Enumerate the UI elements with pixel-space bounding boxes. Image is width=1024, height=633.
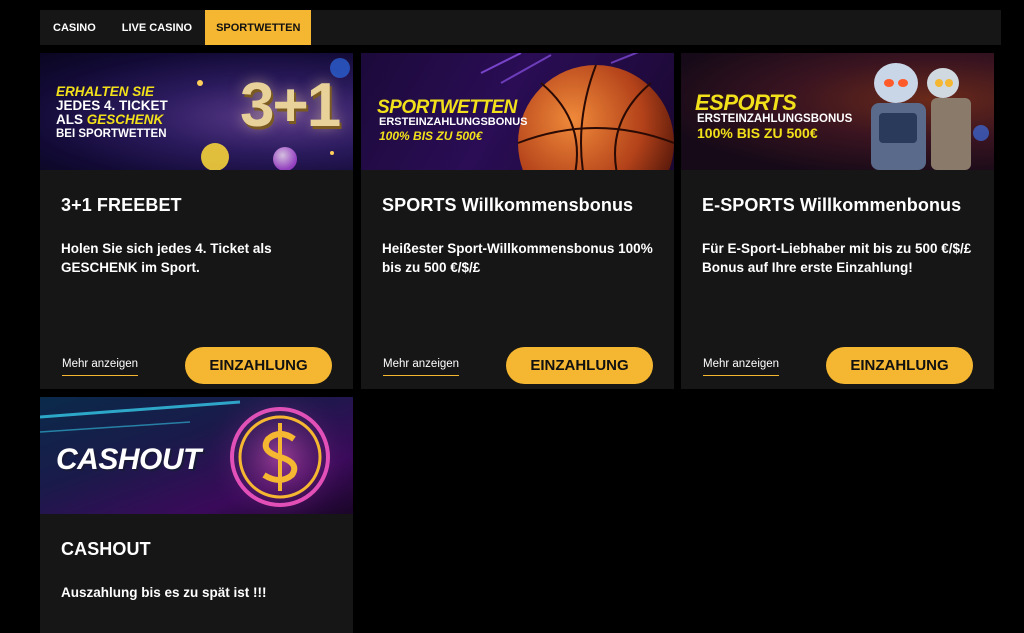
tab-live-casino[interactable]: LIVE CASINO: [109, 10, 205, 45]
card-title: CASHOUT: [61, 539, 151, 559]
banner-line: BEI SPORTWETTEN: [56, 127, 167, 140]
promo-banner-sports[interactable]: SPORTWETTEN ERSTEINZAHLUNGSBONUS 100% BI…: [361, 53, 674, 170]
banner-line: SPORTWETTEN: [377, 97, 517, 118]
promo-banner-freebet[interactable]: 3+1 ERHALTEN SIE JEDES 4. TICKET ALS GES…: [40, 53, 353, 170]
banner-line: ALS: [56, 112, 87, 128]
banner-line: JEDES 4. TICKET: [56, 98, 168, 114]
banner-line: GESCHENK: [86, 112, 164, 128]
card-description: Für E-Sport-Liebhaber mit bis zu 500 €/$…: [702, 241, 972, 275]
tab-casino[interactable]: CASINO: [40, 10, 109, 45]
promo-card-cashout: CASHOUT CASHOUT Auszahlung bis es zu spä…: [40, 397, 353, 633]
card-description: Holen Sie sich jedes 4. Ticket als GESCH…: [61, 241, 272, 275]
more-link[interactable]: Mehr anzeigen: [62, 358, 139, 376]
promo-banner-cashout[interactable]: CASHOUT: [40, 397, 353, 514]
more-link[interactable]: Mehr anzeigen: [703, 358, 780, 376]
card-title: 3+1 FREEBET: [61, 195, 182, 215]
card-title: E-SPORTS Willkommenbonus: [702, 195, 962, 215]
more-link[interactable]: Mehr anzeigen: [383, 358, 460, 376]
banner-line: CASHOUT: [56, 443, 201, 476]
freebet-banner-copy: ERHALTEN SIE JEDES 4. TICKET ALS GESCHEN…: [56, 84, 168, 140]
banner-line: 500€: [455, 129, 483, 143]
banner-line: 500€: [786, 125, 818, 141]
promo-banner-esports[interactable]: ESPORTS ERSTEINZAHLUNGSBONUS 100% BIS ZU…: [681, 53, 994, 170]
freebet-big-text: 3+1: [240, 71, 341, 140]
banner-line: 100% BIS ZU: [697, 125, 787, 141]
deposit-button[interactable]: EINZAHLUNG: [826, 347, 973, 384]
deposit-button[interactable]: EINZAHLUNG: [506, 347, 653, 384]
promo-card-esports-welcome: ESPORTS ERSTEINZAHLUNGSBONUS 100% BIS ZU…: [681, 53, 994, 389]
card-description: Heißester Sport-Willkommensbonus 100% bi…: [382, 241, 653, 275]
banner-line: ERHALTEN SIE: [56, 84, 155, 99]
card-description: Auszahlung bis es zu spät ist !!!: [61, 585, 267, 600]
banner-line: ERSTEINZAHLUNGSBONUS: [379, 116, 528, 128]
banner-line: ESPORTS: [695, 90, 797, 115]
promo-card-freebet: 3+1 ERHALTEN SIE JEDES 4. TICKET ALS GES…: [40, 53, 353, 389]
promo-card-sports-welcome: SPORTWETTEN ERSTEINZAHLUNGSBONUS 100% BI…: [361, 53, 674, 389]
tab-sportwetten[interactable]: SPORTWETTEN: [205, 10, 312, 45]
banner-line: 100% BIS ZU: [379, 129, 456, 143]
deposit-button[interactable]: EINZAHLUNG: [185, 347, 332, 384]
banner-line: ERSTEINZAHLUNGSBONUS: [697, 113, 853, 125]
category-tabs: CASINO LIVE CASINO SPORTWETTEN: [40, 10, 1001, 45]
card-title: SPORTS Willkommensbonus: [382, 195, 634, 215]
